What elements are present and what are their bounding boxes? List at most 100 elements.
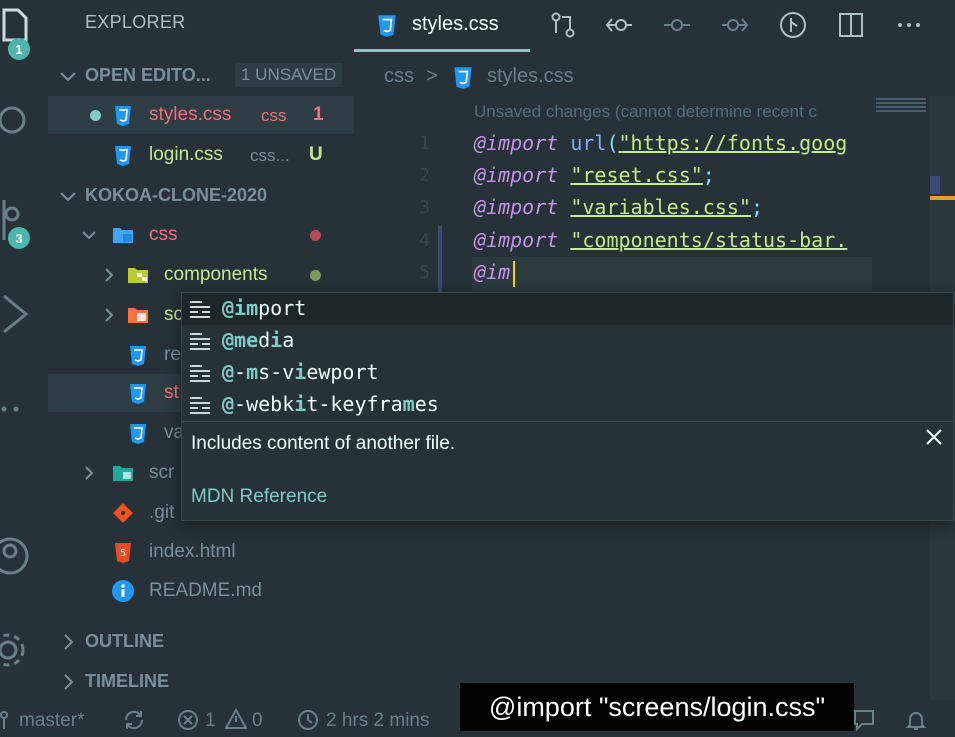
suggestion-media[interactable]: @media	[182, 325, 953, 357]
commit-icon[interactable]	[662, 10, 692, 40]
keyword-icon	[190, 333, 210, 350]
more-actions-icon[interactable]	[894, 10, 924, 40]
scripts-folder-icon	[113, 466, 133, 481]
screens-folder-icon	[128, 308, 148, 323]
chevron-down-icon	[82, 231, 96, 240]
open-editors-label: OPEN EDITO...	[85, 65, 211, 85]
time-tracked[interactable]: 2 hrs 2 mins	[326, 710, 429, 732]
more-activity[interactable]	[0, 382, 48, 438]
caption-overlay: @import "screens/login.css"	[460, 683, 854, 731]
token-punctuation: (	[606, 131, 619, 155]
chevron-right-icon	[105, 268, 114, 282]
error-count[interactable]: 1	[205, 710, 216, 732]
git-branch[interactable]: master*	[19, 710, 84, 732]
timeline-header[interactable]: TIMELINE	[48, 664, 354, 700]
line-number: 3	[419, 197, 430, 218]
run-debug-activity[interactable]	[0, 286, 48, 342]
breadcrumb-file[interactable]: styles.css	[487, 65, 574, 88]
token-punctuation: ;	[702, 163, 715, 187]
source-control-activity[interactable]: 3	[0, 196, 48, 252]
suggestion-label: @-ms-viewport	[222, 360, 379, 384]
css-file-icon	[454, 67, 472, 89]
suggestion-ms-viewport[interactable]: @-ms-viewport	[182, 357, 953, 389]
explorer-activity[interactable]: 1	[0, 0, 48, 60]
suggestion-import[interactable]: @import	[182, 293, 953, 325]
project-header[interactable]: KOKOA-CLONE-2020	[48, 178, 354, 214]
css-file-icon	[115, 106, 131, 126]
token-function: url	[570, 131, 607, 155]
line-number: 1	[419, 133, 430, 154]
open-editor-login[interactable]: login.css css... U	[48, 136, 354, 174]
tree-file-index[interactable]: 5 index.html	[48, 533, 354, 571]
scrollbar-marker	[930, 176, 940, 194]
next-change-icon[interactable]	[720, 10, 750, 40]
code-line-1: @import url("https://fonts.goog	[474, 131, 847, 155]
codelens-hint: Unsaved changes (cannot determine recent…	[474, 102, 818, 121]
info-icon	[112, 580, 134, 602]
keyword-icon	[190, 365, 210, 382]
sync-icon[interactable]	[122, 709, 146, 731]
account-icon	[0, 537, 29, 575]
git-graph-icon[interactable]	[778, 10, 808, 40]
token-keyword: @import	[474, 228, 559, 252]
gear-icon	[0, 633, 25, 667]
file-name: .git	[149, 502, 175, 523]
token-string: "https://fonts.goog	[618, 131, 848, 155]
token-keyword: @im	[474, 260, 511, 284]
open-editor-styles[interactable]: styles.css css 1	[48, 96, 354, 134]
chevron-down-icon	[60, 192, 76, 202]
token-keyword: @import	[474, 195, 559, 219]
tab-styles-css[interactable]: styles.css	[354, 0, 530, 52]
suggestion-label: @-webkit-keyframes	[222, 392, 439, 416]
warning-count[interactable]: 0	[252, 710, 263, 732]
line-number: 4	[419, 230, 430, 251]
close-icon[interactable]	[924, 427, 944, 447]
folder-name: scr	[149, 462, 175, 483]
explorer-title: EXPLORER	[85, 12, 186, 32]
warning-icon[interactable]	[224, 708, 248, 730]
code-line-3: @import "variables.css";	[474, 195, 763, 219]
open-editors-header[interactable]: OPEN EDITO... 1 UNSAVED	[48, 58, 354, 94]
search-icon	[0, 106, 26, 134]
settings-activity[interactable]	[0, 622, 48, 678]
token-string: "reset.css"	[570, 163, 703, 187]
chevron-right-icon	[105, 308, 114, 322]
line-number: 2	[419, 165, 430, 186]
tree-folder-css[interactable]: css	[48, 216, 354, 254]
git-icon	[113, 503, 133, 523]
error-icon[interactable]	[177, 709, 199, 731]
previous-change-icon[interactable]	[604, 10, 634, 40]
svg-text:5: 5	[120, 548, 126, 559]
tab-label: styles.css	[412, 13, 499, 35]
file-name: README.md	[149, 580, 262, 601]
split-editor-icon[interactable]	[836, 10, 866, 40]
search-activity[interactable]	[0, 96, 48, 152]
token-keyword: @import	[474, 131, 559, 155]
editor-tab-bar: styles.css	[354, 0, 955, 52]
token-keyword: @import	[474, 163, 559, 187]
bell-icon[interactable]	[904, 708, 928, 732]
current-line-highlight	[472, 257, 874, 291]
untracked-status: U	[309, 144, 323, 165]
file-folder-tag: css	[261, 106, 287, 125]
tree-folder-components[interactable]: components	[48, 256, 354, 294]
line-number: 5	[419, 262, 430, 283]
chevron-down-icon	[60, 72, 76, 82]
open-changes-icon[interactable]	[548, 10, 578, 40]
timeline-label: TIMELINE	[85, 671, 169, 691]
keyword-icon	[190, 301, 210, 318]
untracked-dot	[310, 270, 321, 281]
breadcrumb-separator: >	[426, 65, 438, 87]
suggestion-webkit-keyframes[interactable]: @-webkit-keyframes	[182, 389, 953, 421]
chevron-right-icon	[64, 674, 74, 690]
token-punctuation: ;	[750, 195, 764, 219]
unsaved-dot	[90, 110, 101, 121]
run-icon	[3, 294, 29, 334]
breadcrumb-folder[interactable]: css	[384, 65, 414, 88]
suggestion-label: @media	[222, 328, 295, 352]
outline-header[interactable]: OUTLINE	[48, 624, 354, 660]
tree-file-readme[interactable]: README.md	[48, 572, 354, 610]
feedback-icon[interactable]	[852, 708, 876, 732]
mdn-reference-link[interactable]: MDN Reference	[191, 486, 327, 508]
accounts-activity[interactable]	[0, 528, 48, 584]
